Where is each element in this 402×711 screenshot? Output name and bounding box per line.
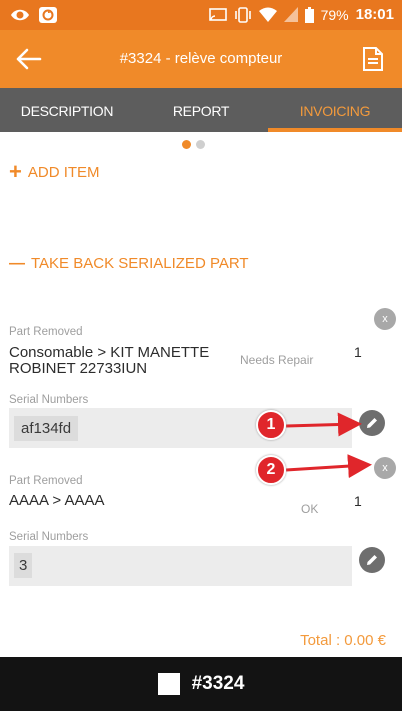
- stop-square-icon: [157, 673, 180, 695]
- footer-label: #3324: [191, 673, 245, 694]
- annotation-arrow-1: [285, 412, 362, 437]
- annotation-arrows: [285, 412, 372, 479]
- annotation-badge-1: 1: [256, 410, 286, 440]
- annotation-arrow-2: [285, 454, 372, 479]
- footer-bar[interactable]: #3324: [0, 657, 402, 711]
- total-amount: Total : 0.00 €: [300, 632, 386, 649]
- annotation-badge-2: 2: [256, 455, 286, 485]
